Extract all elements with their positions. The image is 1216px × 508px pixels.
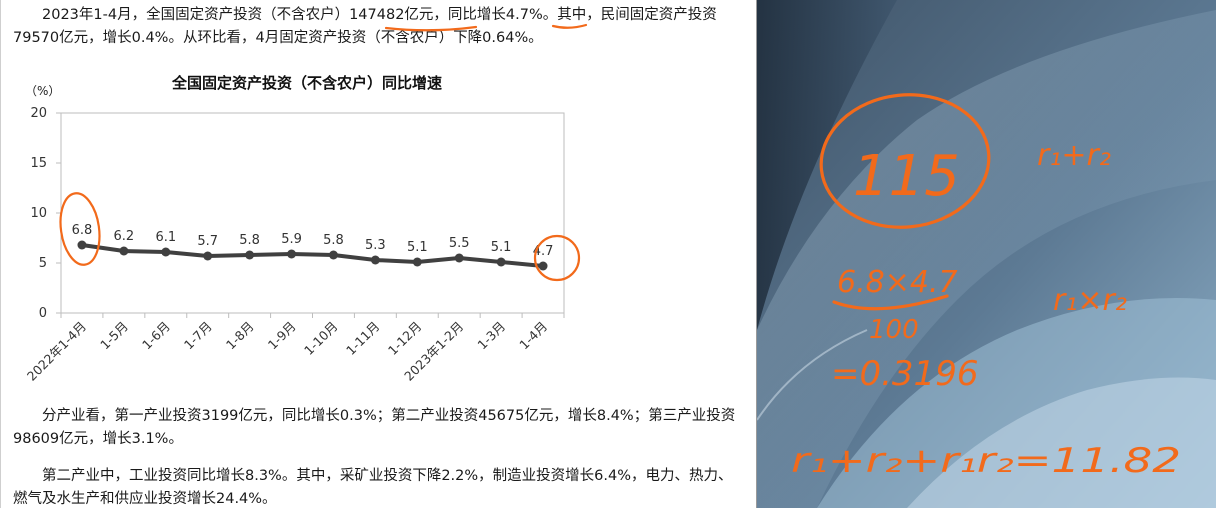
desktop-wallpaper: 115 r₁+r₂ 6.8×4.7 100 =0.3196 r₁×r₂ r₁+r… [757,0,1216,508]
data-point [412,257,422,267]
data-label: 4.7 [533,244,554,259]
data-point [161,247,171,257]
data-label: 6.1 [155,230,176,245]
paragraph-investment-summary: 2023年1-4月，全国固定资产投资（不含农户）147482亿元，同比增长4.7… [13,7,717,46]
data-point [496,257,506,267]
note-0-3196: =0.3196 [831,354,978,394]
x-tick-label: 2022年1-4月 [24,319,89,384]
data-label: 5.7 [197,234,218,249]
paragraph-secondary-industry: 第二产业中，工业投资同比增长8.3%。其中，采矿业投资下降2.2%，制造业投资增… [13,468,733,507]
series-line [80,243,545,268]
note-115: 115 [853,144,960,209]
x-axis-labels: 2022年1-4月 1-5月 1-6月 1-7月 1-8月 1-9月 1-10月 1-11月 1… [24,319,550,384]
data-point [538,261,548,271]
x-tick-label: 1-3月 [474,319,508,353]
y-tick-label: 5 [39,256,47,271]
x-tick-label: 1-8月 [223,319,257,353]
data-point [287,249,297,259]
line-chart: 全国固定资产投资（不含农户）同比增速 （%） 0 5 10 15 20 6.8 6.2 6.… [24,74,565,384]
y-tick-label: 20 [30,106,47,121]
y-tick-label: 10 [30,206,47,221]
x-axis-ticks [60,313,565,318]
note-product: 6.8×4.7 [837,265,958,300]
data-label: 5.8 [323,233,344,248]
data-label: 5.1 [491,240,512,255]
x-tick-label: 1-11月 [343,319,383,359]
note-sum-result: r₁+r₂+r₁r₂=11.82 [791,441,1181,481]
note-r1-times-r2: r₁×r₂ [1053,283,1127,318]
data-point [77,240,87,250]
data-point [119,246,129,256]
data-label: 6.8 [72,223,93,238]
y-axis-label: （%） [25,84,60,98]
data-point [370,255,380,265]
x-tick-label: 1-6月 [139,319,173,353]
x-tick-label: 1-7月 [181,319,215,353]
x-tick-label: 1-4月 [516,319,550,353]
y-axis-ticks: 0 5 10 15 20 [30,106,61,321]
data-point [454,253,464,263]
data-point [328,250,338,260]
x-tick-label: 1-10月 [301,319,341,359]
x-tick-label: 1-5月 [97,319,131,353]
y-tick-label: 15 [30,156,47,171]
data-point [245,250,255,260]
note-100: 100 [869,315,919,345]
handwriting-overlay-desktop: 115 r₁+r₂ 6.8×4.7 100 =0.3196 r₁×r₂ r₁+r… [791,93,1181,481]
paragraph-by-industry: 分产业看，第一产业投资3199亿元，同比增长0.3%；第二产业投资45675亿元… [13,408,736,447]
note-r1-plus-r2: r₁+r₂ [1037,138,1111,173]
document-page: 2023年1-4月，全国固定资产投资（不含农户）147482亿元，同比增长4.7… [0,0,757,508]
data-label: 5.8 [239,233,260,248]
data-label: 5.5 [449,236,470,251]
y-tick-label: 0 [39,306,47,321]
data-label: 5.1 [407,240,428,255]
data-label: 6.2 [114,229,135,244]
data-label: 5.9 [281,232,302,247]
x-tick-label: 1-12月 [385,319,425,359]
chart-title: 全国固定资产投资（不含农户）同比增速 [171,74,442,92]
data-point [203,251,213,261]
data-label: 5.3 [365,238,386,253]
plot-area-frame [60,112,565,314]
x-tick-label: 1-9月 [265,319,299,353]
